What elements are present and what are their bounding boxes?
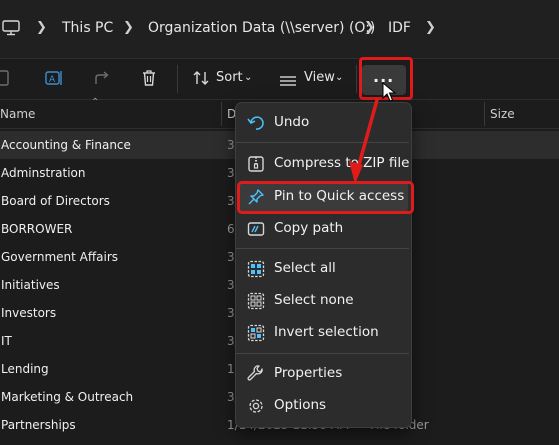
mouse-cursor-icon: [382, 82, 396, 102]
annotation-arrow: [349, 98, 379, 184]
